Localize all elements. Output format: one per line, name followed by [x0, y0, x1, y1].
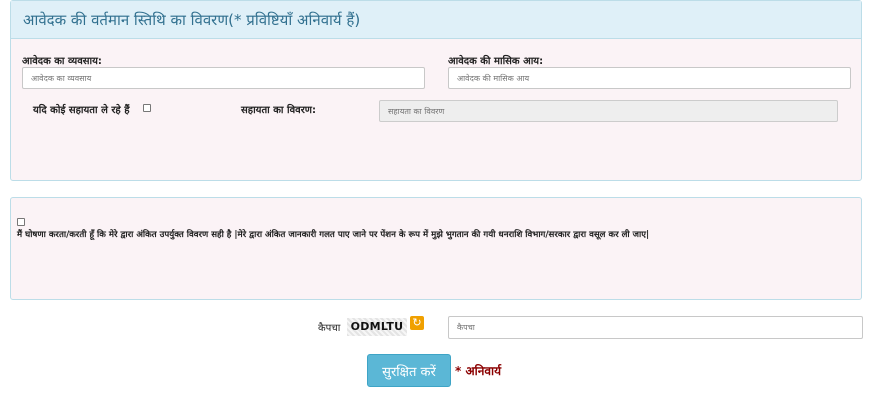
- panel-header: आवेदक की वर्तमान स्तिथि का विवरण(* प्रवि…: [11, 1, 861, 39]
- panel-title: आवेदक की वर्तमान स्तिथि का विवरण(* प्रवि…: [23, 11, 361, 29]
- declaration-checkbox[interactable]: [17, 218, 25, 226]
- declaration-panel: मैं घोषणा करता/करती हूँ कि मेरे द्वारा अ…: [10, 197, 862, 300]
- monthly-income-label: आवेदक की मासिक आय:: [448, 56, 544, 67]
- assistance-checkbox[interactable]: [143, 104, 151, 112]
- assistance-details-input[interactable]: [379, 100, 838, 122]
- declaration-text: मैं घोषणा करता/करती हूँ कि मेरे द्वारा अ…: [17, 230, 650, 240]
- captcha-label: कैपचा: [318, 323, 341, 334]
- assistance-details-label: सहायता का विवरण:: [241, 105, 317, 116]
- assistance-checkbox-label: यदि कोई सहायता ले रहे हैं: [33, 105, 130, 116]
- monthly-income-input[interactable]: [448, 67, 851, 89]
- required-note: * अनिवार्य: [455, 364, 502, 378]
- applicant-status-panel: आवेदक की वर्तमान स्तिथि का विवरण(* प्रवि…: [10, 0, 862, 181]
- occupation-input[interactable]: [22, 67, 425, 89]
- save-button[interactable]: सुरक्षित करें: [367, 354, 451, 387]
- occupation-label: आवेदक का व्यवसाय:: [22, 56, 102, 67]
- captcha-image: ODMLTU: [347, 318, 407, 336]
- captcha-input[interactable]: [448, 316, 863, 339]
- refresh-icon[interactable]: ↻: [410, 316, 424, 330]
